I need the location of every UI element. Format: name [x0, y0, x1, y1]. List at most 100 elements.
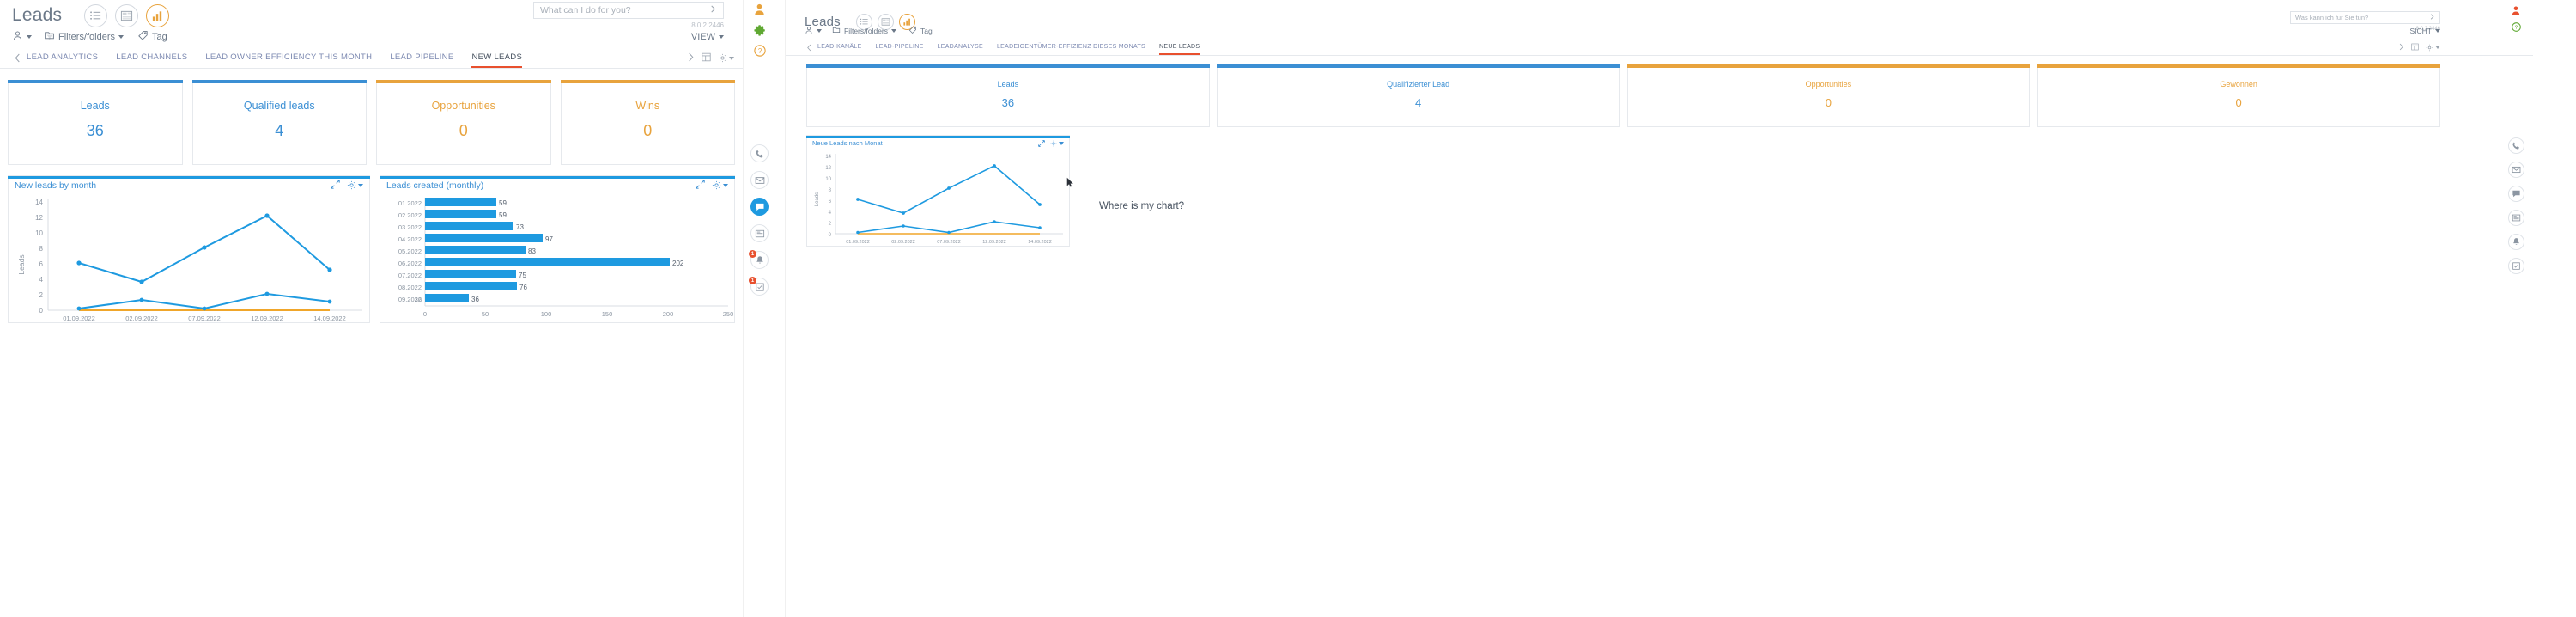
chart-view-button[interactable] — [146, 3, 170, 27]
widget-title: New leads by month — [15, 180, 97, 191]
mail-icon[interactable] — [2508, 162, 2524, 178]
search-input[interactable]: Was kann ich fur Sie tun? — [2290, 11, 2440, 24]
widget-settings-button[interactable] — [712, 180, 728, 190]
tag-button[interactable]: Tag — [137, 30, 167, 44]
filters-folders-button[interactable]: Filters/folders — [832, 26, 897, 36]
svg-text:02.09.2022: 02.09.2022 — [891, 240, 915, 245]
kpi-card-opportunities[interactable]: Opportunities 0 — [376, 80, 551, 165]
chart-missing-annotation: Where is my chart? — [1099, 201, 1185, 211]
tab-lead-kanaele[interactable]: LEAD-KANÄLE — [817, 40, 862, 55]
kpi-value: 4 — [275, 122, 284, 139]
kpi-value: 36 — [1001, 96, 1015, 109]
search-submit-icon[interactable] — [2424, 14, 2435, 21]
dashboard-layout-icon[interactable] — [702, 51, 711, 66]
tag-button[interactable]: Tag — [908, 26, 933, 36]
tab-lead-pipeline[interactable]: LEAD-PIPELINE — [876, 40, 924, 55]
news-icon[interactable] — [2508, 210, 2524, 226]
right-rail-bottom — [2508, 137, 2524, 274]
bell-icon[interactable] — [2508, 234, 2524, 250]
svg-text:04.2022: 04.2022 — [398, 235, 422, 243]
tab-label: LEAD-KANÄLE — [817, 43, 862, 50]
bell-icon[interactable]: 1 — [749, 250, 769, 269]
tab-lead-channels[interactable]: LEAD CHANNELS — [116, 48, 187, 68]
mail-icon[interactable] — [750, 171, 769, 189]
bar-chart-svg: 01.2022 02.2022 03.2022 04.2022 05.2022 06.2… — [398, 198, 733, 318]
tabs-next-button[interactable] — [687, 51, 695, 66]
user-icon — [805, 26, 813, 36]
tab-label: LEADEIGENTÜMER-EFFIZIENZ DIESES MONATS — [996, 43, 1146, 50]
kpi-card-opportunities[interactable]: Opportunities 0 — [1626, 64, 2031, 127]
view-menu-button[interactable]: VIEW — [691, 32, 724, 42]
widget-title: Leads created (monthly) — [386, 180, 484, 191]
tab-lead-owner-efficiency[interactable]: LEAD OWNER EFFICIENCY THIS MONTH — [205, 48, 372, 68]
kpi-label: Qualifizierter Lead — [1387, 80, 1450, 89]
chevron-down-icon — [817, 29, 822, 33]
user-avatar-icon[interactable] — [2511, 5, 2521, 15]
kpi-card-leads[interactable]: Leads 36 — [806, 64, 1210, 127]
tab-leadeigentuemer-effizienz[interactable]: LEADEIGENTÜMER-EFFIZIENZ DIESES MONATS — [997, 40, 1145, 55]
filters-folders-button[interactable]: Filters/folders — [44, 30, 125, 44]
chart-bar-icon — [902, 17, 912, 27]
task-icon[interactable]: 1 — [749, 277, 769, 296]
settings-gear-icon[interactable] — [753, 24, 766, 36]
help-circle-icon[interactable]: ? — [2511, 22, 2521, 32]
chevron-down-icon — [27, 35, 32, 39]
kpi-card-gewonnen[interactable]: Gewonnen 0 — [2037, 64, 2440, 127]
news-icon[interactable] — [750, 224, 769, 242]
user-avatar-icon[interactable] — [753, 3, 766, 15]
svg-text:12.09.2022: 12.09.2022 — [251, 315, 283, 321]
chat-icon[interactable] — [750, 198, 769, 216]
svg-text:06.2022: 06.2022 — [398, 260, 422, 267]
task-icon[interactable] — [2508, 258, 2524, 274]
help-circle-icon[interactable]: ? — [753, 45, 766, 57]
tab-new-leads[interactable]: NEW LEADS — [471, 48, 523, 68]
svg-text:02.09.2022: 02.09.2022 — [125, 315, 158, 321]
chevron-down-icon — [719, 35, 724, 39]
board-view-button[interactable] — [115, 3, 139, 27]
tag-icon — [908, 26, 917, 36]
mouse-cursor — [1066, 177, 1074, 192]
phone-icon[interactable] — [2508, 137, 2524, 154]
widget-settings-button[interactable] — [1050, 140, 1064, 147]
list-view-button[interactable] — [84, 3, 108, 27]
tab-lead-pipeline[interactable]: LEAD PIPELINE — [390, 48, 453, 68]
svg-text:36: 36 — [471, 296, 479, 303]
kpi-label: Qualified leads — [243, 100, 315, 112]
owner-filter[interactable] — [805, 26, 822, 36]
search-input[interactable]: What can I do for you? — [533, 2, 724, 19]
owner-filter[interactable] — [12, 30, 32, 44]
search-submit-icon[interactable] — [704, 5, 717, 15]
dashboard-settings-button[interactable] — [718, 53, 734, 63]
svg-text:8: 8 — [829, 188, 832, 193]
kpi-label: Leads — [997, 80, 1019, 89]
kpi-card-wins[interactable]: Wins 0 — [560, 80, 735, 165]
chat-icon[interactable] — [2508, 186, 2524, 202]
dashboard-settings-button[interactable] — [2426, 44, 2440, 52]
tabs-prev-button[interactable] — [801, 40, 817, 55]
kpi-card-qualifizierter-lead[interactable]: Qualifizierter Lead 4 — [1216, 64, 1620, 127]
kpi-card-qualified-leads[interactable]: Qualified leads 4 — [191, 80, 367, 165]
tab-neue-leads[interactable]: NEUE LEADS — [1159, 40, 1200, 55]
kpi-card-leads[interactable]: Leads 36 — [8, 80, 183, 165]
chevron-down-icon — [891, 29, 897, 33]
svg-text:Leads: Leads — [815, 192, 820, 206]
svg-text:10: 10 — [825, 177, 831, 182]
tabs-next-button[interactable] — [2398, 40, 2404, 55]
svg-text:150: 150 — [602, 310, 613, 318]
phone-icon[interactable] — [750, 144, 769, 162]
svg-text:200: 200 — [663, 310, 674, 318]
dashboard-layout-icon[interactable] — [2411, 40, 2419, 55]
tab-label: LEADANALYSE — [937, 43, 983, 50]
tabs-prev-button[interactable] — [9, 48, 27, 68]
tab-lead-analytics[interactable]: LEAD ANALYTICS — [27, 48, 98, 68]
svg-text:75: 75 — [519, 272, 526, 279]
chevron-down-icon — [1059, 141, 1064, 145]
widget-neue-leads-nach-monat: Neue Leads nach Monat 14 12 10 8 6 4 2 0… — [806, 135, 1070, 247]
widget-settings-button[interactable] — [347, 180, 363, 190]
svg-text:07.2022: 07.2022 — [398, 272, 422, 279]
view-menu-button[interactable]: SICHT — [2410, 27, 2440, 35]
app-screen: Leads What can I do for you? 8.0.2.2446 … — [0, 0, 2576, 617]
filters-folders-label: Filters/folders — [844, 27, 889, 35]
list-icon — [860, 17, 869, 27]
tab-leadanalyse[interactable]: LEADANALYSE — [938, 40, 983, 55]
